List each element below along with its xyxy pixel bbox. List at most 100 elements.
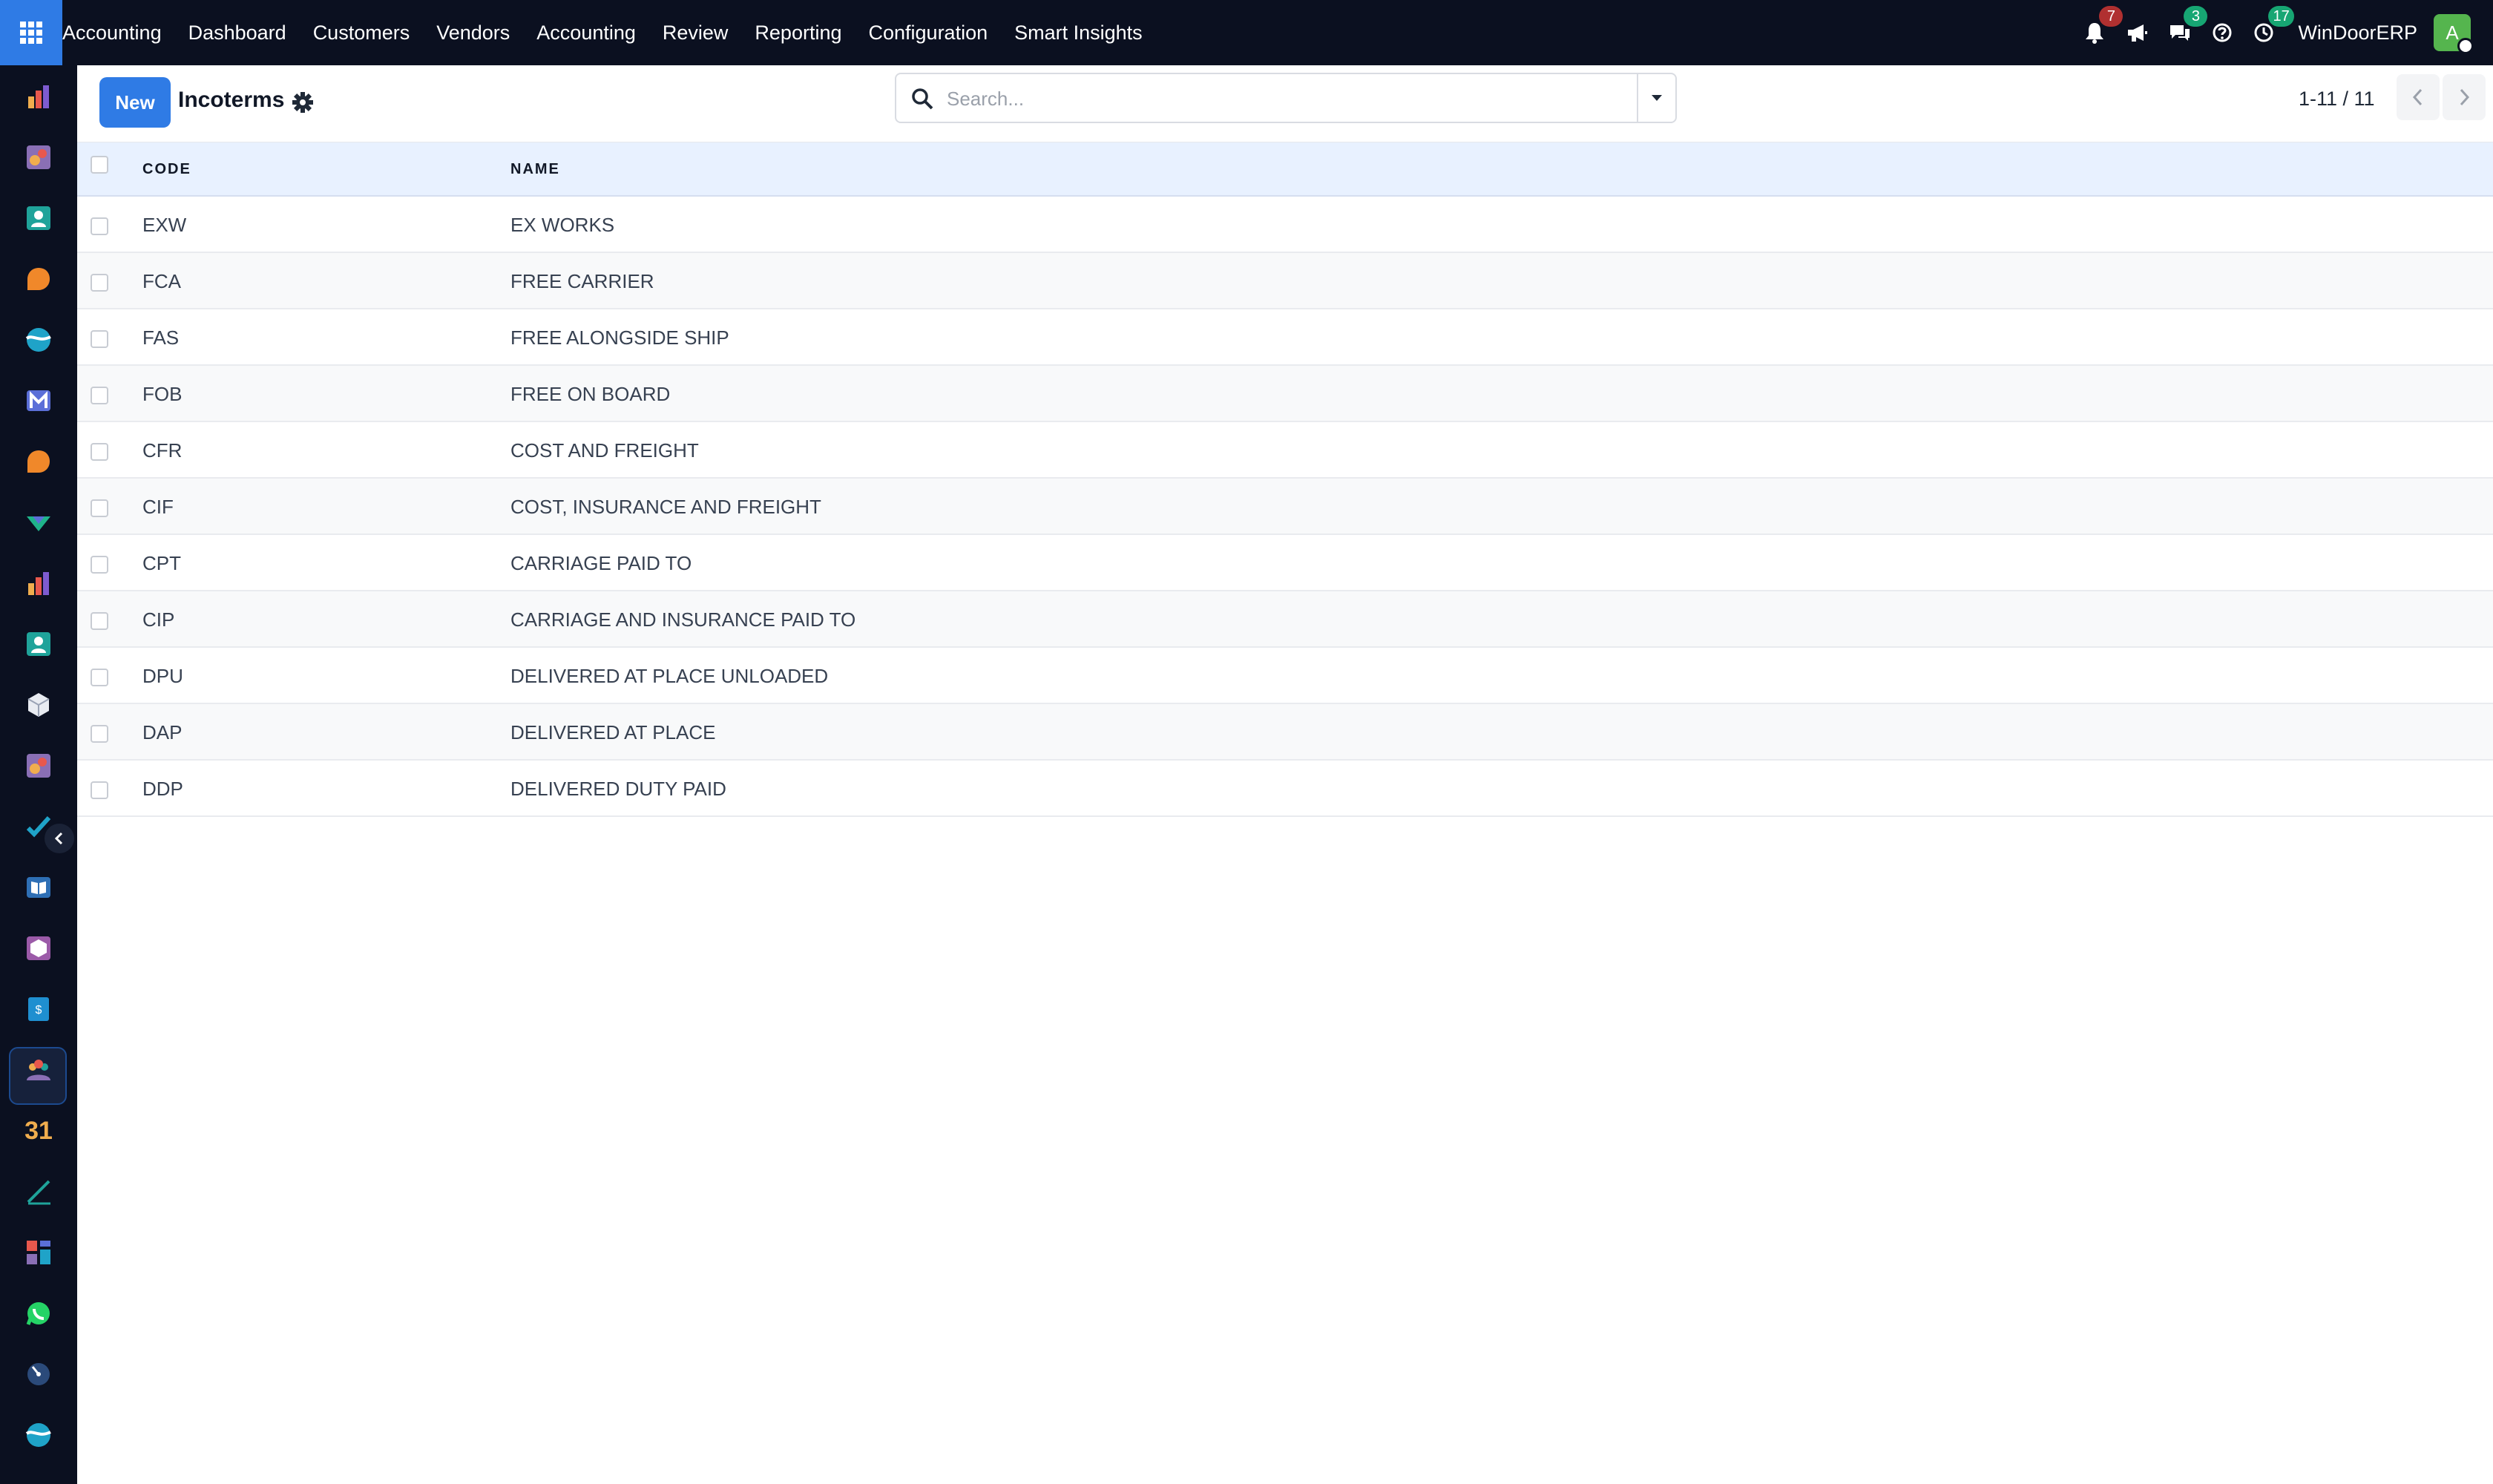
menu-smart-insights[interactable]: Smart Insights <box>1001 0 1156 65</box>
activities-badge: 17 <box>2268 6 2294 27</box>
inventory-app-icon[interactable] <box>24 690 53 720</box>
menu-brand[interactable]: Accounting <box>62 0 175 65</box>
announcements-button[interactable] <box>2126 0 2148 65</box>
chevron-right-icon <box>2460 88 2470 106</box>
column-header-name[interactable]: NAME <box>510 142 560 197</box>
chat-icon <box>2170 25 2190 41</box>
dashboard-app-icon[interactable] <box>24 568 53 598</box>
help-icon <box>2213 23 2232 42</box>
cell-code: DDP <box>142 778 183 800</box>
row-checkbox[interactable] <box>91 781 108 799</box>
discuss-app-icon[interactable] <box>24 264 53 294</box>
table-row[interactable]: FAS FREE ALONGSIDE SHIP <box>77 309 2493 366</box>
menu-customers[interactable]: Customers <box>300 0 424 65</box>
cell-code: CPT <box>142 552 181 574</box>
table-row[interactable]: CIF COST, INSURANCE AND FREIGHT <box>77 479 2493 535</box>
row-checkbox[interactable] <box>91 330 108 348</box>
knowledge-app-icon[interactable] <box>24 873 53 902</box>
messages-button[interactable]: 3 <box>2169 0 2208 65</box>
cell-code: CIP <box>142 608 175 631</box>
user-avatar[interactable]: A <box>2434 14 2474 54</box>
search-bar <box>895 73 1677 123</box>
table-row[interactable]: CPT CARRIAGE PAID TO <box>77 535 2493 591</box>
menu-reporting[interactable]: Reporting <box>741 0 855 65</box>
notifications-button[interactable]: 7 <box>2084 0 2124 65</box>
menu-accounting[interactable]: Accounting <box>523 0 649 65</box>
whatsapp-app-icon[interactable] <box>24 1298 53 1328</box>
mail-app-icon[interactable] <box>24 386 53 416</box>
vendor-app-icon[interactable] <box>24 508 53 537</box>
row-checkbox[interactable] <box>91 443 108 461</box>
help-button[interactable] <box>2212 0 2233 65</box>
wave-app-icon[interactable] <box>24 325 53 355</box>
menu-vendors[interactable]: Vendors <box>423 0 523 65</box>
cell-name: DELIVERED DUTY PAID <box>510 778 726 800</box>
table-row[interactable]: FOB FREE ON BOARD <box>77 366 2493 422</box>
row-checkbox[interactable] <box>91 499 108 517</box>
new-button[interactable]: New <box>99 77 171 128</box>
website-app-icon[interactable] <box>24 1420 53 1450</box>
control-panel: New Incoterms 1-11 / 11 <box>77 65 2493 142</box>
table-row[interactable]: DDP DELIVERED DUTY PAID <box>77 761 2493 817</box>
list-header: CODE NAME <box>77 142 2493 197</box>
chevron-left-icon <box>54 832 63 845</box>
cell-name: FREE ON BOARD <box>510 383 671 405</box>
chat-app-icon[interactable] <box>24 447 53 476</box>
team-app-icon[interactable] <box>24 1055 53 1085</box>
cell-code: FAS <box>142 326 180 349</box>
sign-app-icon[interactable] <box>24 1177 53 1206</box>
incoterms-list: CODE NAME EXW EX WORKS FCA FREE CARRIER … <box>77 142 2493 817</box>
row-checkbox[interactable] <box>91 669 108 686</box>
employees-app-icon[interactable] <box>24 629 53 659</box>
widgets-app-icon[interactable] <box>24 1238 53 1267</box>
product-app-icon[interactable] <box>24 933 53 963</box>
row-checkbox[interactable] <box>91 387 108 404</box>
cell-name: FREE CARRIER <box>510 270 654 292</box>
top-navbar: Accounting Dashboard Customers Vendors A… <box>0 0 2493 65</box>
menu-dashboard[interactable]: Dashboard <box>175 0 300 65</box>
table-row[interactable]: DPU DELIVERED AT PLACE UNLOADED <box>77 648 2493 704</box>
search-options-toggle[interactable] <box>1637 74 1675 122</box>
contacts-app-icon[interactable] <box>24 203 53 233</box>
timer-app-icon[interactable] <box>24 1359 53 1389</box>
page-title: Incoterms <box>178 88 285 112</box>
table-row[interactable]: CIP CARRIAGE AND INSURANCE PAID TO <box>77 591 2493 648</box>
chevron-left-icon <box>2412 88 2423 106</box>
reporting-app-icon[interactable] <box>24 82 53 111</box>
row-checkbox[interactable] <box>91 274 108 292</box>
gear-icon[interactable] <box>291 91 315 114</box>
table-row[interactable]: EXW EX WORKS <box>77 197 2493 253</box>
row-checkbox[interactable] <box>91 725 108 743</box>
calendar-app-icon[interactable]: 31 <box>24 1116 53 1146</box>
table-row[interactable]: CFR COST AND FREIGHT <box>77 422 2493 479</box>
menu-configuration[interactable]: Configuration <box>855 0 1002 65</box>
pager-value[interactable]: 1-11 / 11 <box>2299 88 2375 111</box>
company-switcher[interactable]: WinDoorERP <box>2298 22 2417 45</box>
search-input[interactable] <box>947 80 1615 117</box>
cell-code: FOB <box>142 383 183 405</box>
cell-name: COST, INSURANCE AND FREIGHT <box>510 496 821 518</box>
avatar-initial: A <box>2446 21 2459 44</box>
messages-badge: 3 <box>2184 6 2208 27</box>
sales-app-icon[interactable] <box>24 142 53 172</box>
row-checkbox[interactable] <box>91 612 108 630</box>
table-row[interactable]: DAP DELIVERED AT PLACE <box>77 704 2493 761</box>
column-header-code[interactable]: CODE <box>142 142 191 197</box>
row-checkbox[interactable] <box>91 217 108 235</box>
notifications-badge: 7 <box>2099 6 2124 27</box>
project-app-icon[interactable] <box>24 812 53 841</box>
invoicing-app-icon[interactable]: $ <box>24 994 53 1024</box>
caret-down-icon <box>1652 95 1662 101</box>
table-row[interactable]: FCA FREE CARRIER <box>77 253 2493 309</box>
activities-button[interactable]: 17 <box>2253 0 2294 65</box>
pager-previous-button[interactable] <box>2397 74 2440 120</box>
systray: 7 3 17 WinDoorERP A <box>2074 0 2493 65</box>
select-all-checkbox[interactable] <box>91 156 108 174</box>
row-checkbox[interactable] <box>91 556 108 574</box>
cell-name: DELIVERED AT PLACE <box>510 721 716 743</box>
menu-review[interactable]: Review <box>649 0 742 65</box>
pager-next-button[interactable] <box>2443 74 2486 120</box>
cell-name: CARRIAGE PAID TO <box>510 552 692 574</box>
pos-app-icon[interactable] <box>24 751 53 781</box>
app-menu-button[interactable] <box>0 0 62 65</box>
